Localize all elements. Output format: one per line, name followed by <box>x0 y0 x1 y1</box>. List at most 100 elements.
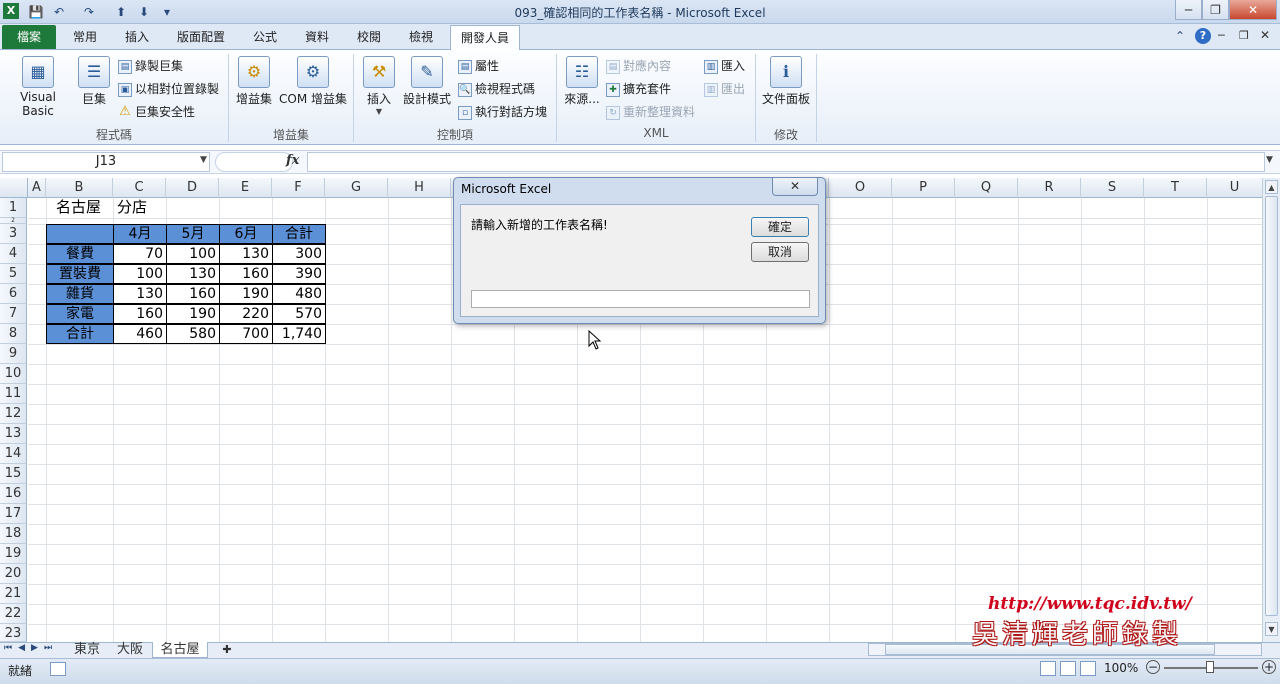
table-row-label[interactable]: 雜貨 <box>46 284 114 304</box>
export-button[interactable]: ▥ 匯出 <box>704 79 745 99</box>
row-header[interactable]: 17 <box>0 504 27 524</box>
row-header[interactable]: 5 <box>0 264 27 284</box>
chevron-down-icon[interactable]: ▼ <box>200 155 207 165</box>
table-header-cell[interactable]: 合計 <box>272 224 326 244</box>
scroll-up-icon[interactable]: ▲ <box>1265 180 1278 194</box>
column-header[interactable]: H <box>388 178 451 198</box>
column-header[interactable]: O <box>829 178 892 198</box>
vertical-scrollbar[interactable]: ▲ ▼ <box>1262 178 1280 642</box>
tab-page-layout[interactable]: 版面配置 <box>166 25 236 49</box>
table-cell[interactable]: 130 <box>219 244 273 264</box>
row-header[interactable]: 1 <box>0 198 27 218</box>
column-header[interactable]: Q <box>955 178 1018 198</box>
sheet-navigation-icon[interactable]: ⏮◀▶⏭ <box>4 643 58 653</box>
row-header[interactable]: 4 <box>0 244 27 264</box>
row-header[interactable]: 6 <box>0 284 27 304</box>
table-header-cell[interactable]: 5月 <box>166 224 220 244</box>
table-row-label[interactable]: 置裝費 <box>46 264 114 284</box>
name-box[interactable]: J13 <box>2 152 210 172</box>
visual-basic-button[interactable]: ▦ Visual Basic <box>4 56 72 118</box>
tab-home[interactable]: 常用 <box>62 25 108 49</box>
zoom-level[interactable]: 100% <box>1104 661 1138 675</box>
zoom-out-icon[interactable]: − <box>1146 660 1160 674</box>
table-cell[interactable]: 700 <box>219 324 273 344</box>
com-addins-button[interactable]: ⚙ COM 增益集 <box>276 56 350 107</box>
scroll-down-icon[interactable]: ▼ <box>1265 622 1278 636</box>
insert-function-button[interactable]: fx <box>286 153 299 168</box>
table-cell[interactable]: 220 <box>219 304 273 324</box>
column-header[interactable]: B <box>46 178 113 198</box>
cell-b1[interactable]: 名古屋 <box>56 198 101 218</box>
table-cell[interactable]: 570 <box>272 304 326 324</box>
table-cell[interactable]: 480 <box>272 284 326 304</box>
zoom-in-icon[interactable]: + <box>1262 660 1276 674</box>
tab-formulas[interactable]: 公式 <box>242 25 288 49</box>
row-header[interactable]: 20 <box>0 564 27 584</box>
ok-button[interactable]: 確定 <box>751 217 809 237</box>
table-corner-cell[interactable] <box>46 224 114 244</box>
table-cell[interactable]: 160 <box>166 284 220 304</box>
restore-button[interactable]: ❐ <box>1202 0 1229 20</box>
design-mode-button[interactable]: ✎ 設計模式 <box>400 56 454 107</box>
table-cell[interactable]: 460 <box>113 324 167 344</box>
table-cell[interactable]: 1,740 <box>272 324 326 344</box>
addins-button[interactable]: ⚙ 增益集 <box>234 56 274 107</box>
dialog-close-button[interactable]: ✕ <box>772 178 818 196</box>
column-header[interactable]: E <box>219 178 272 198</box>
row-header[interactable]: 3 <box>0 224 27 244</box>
page-layout-view-icon[interactable] <box>1060 661 1076 676</box>
tab-developer[interactable]: 開發人員 <box>450 25 520 51</box>
tab-insert[interactable]: 插入 <box>114 25 160 49</box>
macros-button[interactable]: ☰ 巨集 <box>76 56 112 107</box>
doc-restore-icon[interactable]: ❐ <box>1239 29 1249 42</box>
column-header[interactable]: A <box>28 178 46 198</box>
sheet-name-input[interactable] <box>471 290 810 308</box>
row-header[interactable]: 22 <box>0 604 27 624</box>
expand-formula-icon[interactable]: ▼ <box>1266 155 1273 165</box>
row-header[interactable]: 19 <box>0 544 27 564</box>
table-cell[interactable]: 130 <box>166 264 220 284</box>
tab-data[interactable]: 資料 <box>294 25 340 49</box>
doc-close-icon[interactable]: ✕ <box>1260 28 1270 42</box>
minimize-ribbon-icon[interactable]: ⌃ <box>1175 29 1185 43</box>
column-header[interactable]: T <box>1144 178 1207 198</box>
table-cell[interactable]: 100 <box>113 264 167 284</box>
cell-c1[interactable]: 分店 <box>117 198 147 218</box>
row-header[interactable]: 15 <box>0 464 27 484</box>
new-sheet-icon[interactable]: ✚ <box>212 642 242 658</box>
row-header[interactable]: 13 <box>0 424 27 444</box>
tab-review[interactable]: 校閱 <box>346 25 392 49</box>
formula-bar-handle[interactable] <box>215 152 293 172</box>
view-code-button[interactable]: 🔍 檢視程式碼 <box>458 79 535 99</box>
xml-source-button[interactable]: ☷ 來源... <box>562 56 602 107</box>
zoom-slider-thumb[interactable] <box>1206 661 1214 673</box>
row-header[interactable]: 23 <box>0 624 27 642</box>
row-header[interactable]: 16 <box>0 484 27 504</box>
sheet-tab-active[interactable]: 名古屋 <box>152 642 208 658</box>
relative-reference-button[interactable]: ▣ 以相對位置錄製 <box>118 79 219 99</box>
table-row-label[interactable]: 餐費 <box>46 244 114 264</box>
row-header[interactable]: 7 <box>0 304 27 324</box>
table-row-label[interactable]: 合計 <box>46 324 114 344</box>
table-cell[interactable]: 130 <box>113 284 167 304</box>
formula-input[interactable] <box>307 152 1265 172</box>
row-header[interactable]: 10 <box>0 364 27 384</box>
table-cell[interactable]: 390 <box>272 264 326 284</box>
column-header[interactable]: U <box>1207 178 1262 198</box>
row-header[interactable]: 9 <box>0 344 27 364</box>
run-dialog-button[interactable]: ▫ 執行對話方塊 <box>458 102 547 122</box>
normal-view-icon[interactable] <box>1040 661 1056 676</box>
column-header[interactable]: C <box>113 178 166 198</box>
doc-minimize-icon[interactable]: ─ <box>1218 29 1225 42</box>
table-cell[interactable]: 160 <box>113 304 167 324</box>
column-header[interactable]: G <box>325 178 388 198</box>
table-cell[interactable]: 100 <box>166 244 220 264</box>
row-header[interactable]: 18 <box>0 524 27 544</box>
cancel-button[interactable]: 取消 <box>751 242 809 262</box>
close-button[interactable]: ✕ <box>1229 0 1277 20</box>
sheet-tab[interactable]: 東京 <box>66 642 108 658</box>
select-all-corner[interactable] <box>0 178 28 198</box>
table-cell[interactable]: 160 <box>219 264 273 284</box>
tab-file[interactable]: 檔案 <box>2 25 56 49</box>
expansion-packs-button[interactable]: ✚ 擴充套件 <box>606 79 671 99</box>
